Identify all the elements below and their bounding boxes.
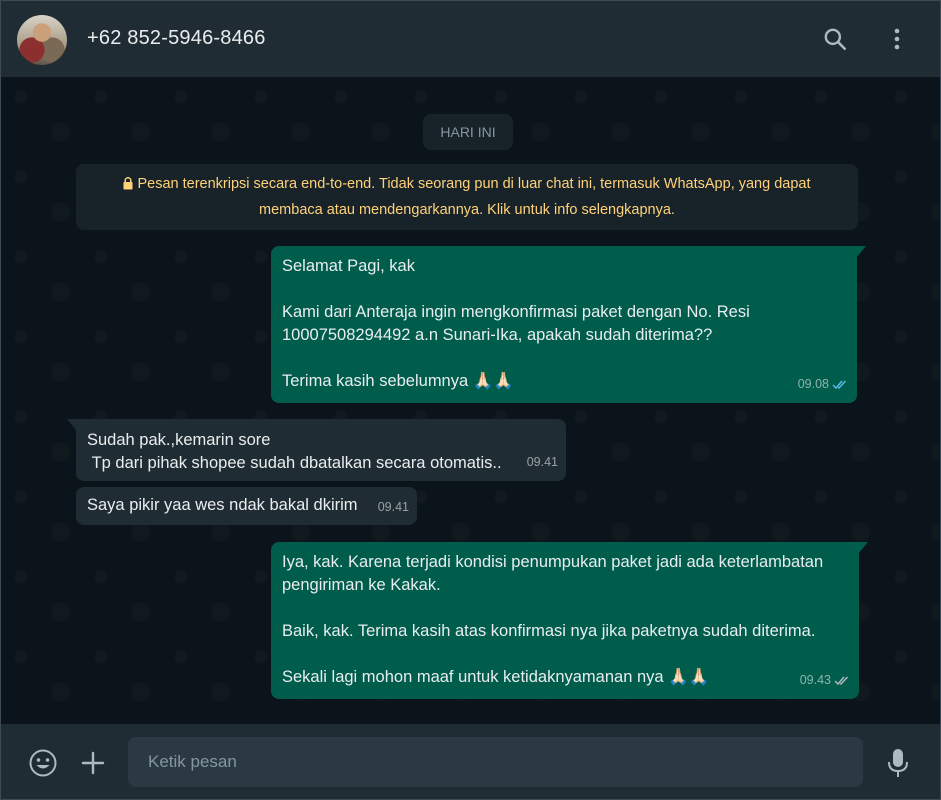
- message-bubble-outgoing[interactable]: Iya, kak. Karena terjadi kondisi penumpu…: [271, 542, 868, 699]
- chat-messages-area[interactable]: HARI INI Pesan terenkripsi secara end-to…: [1, 77, 940, 724]
- emoji-icon[interactable]: [26, 746, 60, 780]
- whatsapp-chat-window: +62 852-5946-8466 HARI INI Pesan terenkr…: [0, 0, 941, 800]
- menu-kebab-icon[interactable]: [881, 23, 913, 55]
- message-meta: 09.08: [798, 373, 849, 396]
- double-check-read-icon: [832, 380, 847, 390]
- message-time: 09.43: [799, 673, 831, 687]
- plus-icon[interactable]: [76, 746, 110, 780]
- avatar[interactable]: [17, 15, 67, 65]
- search-icon[interactable]: [819, 23, 851, 55]
- message-text: Selamat Pagi, kak Kami dari Anteraja ing…: [282, 257, 750, 390]
- message-time: 09.08: [797, 377, 829, 391]
- lock-icon: [123, 173, 133, 190]
- message-bubble-incoming[interactable]: Sudah pak.,kemarin sore Tp dari pihak sh…: [67, 419, 566, 481]
- contact-name[interactable]: +62 852-5946-8466: [87, 27, 266, 50]
- message-text: Iya, kak. Karena terjadi kondisi penumpu…: [282, 553, 824, 686]
- message-text: Saya pikir yaa wes ndak bakal dkirim: [87, 496, 358, 514]
- message-meta: 09.41: [527, 451, 558, 474]
- double-check-delivered-icon: [834, 676, 849, 686]
- day-divider: HARI INI: [423, 114, 513, 150]
- message-meta: 09.43: [800, 669, 851, 692]
- chat-header: +62 852-5946-8466: [1, 1, 940, 77]
- message-text: Sudah pak.,kemarin sore Tp dari pihak sh…: [87, 431, 502, 472]
- encryption-notice[interactable]: Pesan terenkripsi secara end-to-end. Tid…: [76, 164, 858, 230]
- bubble-tail: [67, 419, 77, 431]
- bubble-tail: [858, 542, 868, 554]
- microphone-icon[interactable]: [881, 746, 915, 780]
- message-bubble-outgoing[interactable]: Selamat Pagi, kak Kami dari Anteraja ing…: [271, 246, 866, 403]
- encryption-notice-text: Pesan terenkripsi secara end-to-end. Tid…: [137, 176, 811, 218]
- message-time: 09.41: [377, 500, 409, 514]
- message-input[interactable]: [128, 737, 863, 787]
- message-meta: 09.41: [378, 496, 409, 519]
- message-time: 09.41: [526, 455, 558, 469]
- message-bubble-incoming[interactable]: Saya pikir yaa wes ndak bakal dkirim 09.…: [76, 487, 417, 525]
- bubble-tail: [856, 246, 866, 258]
- composer-bar: [1, 724, 940, 799]
